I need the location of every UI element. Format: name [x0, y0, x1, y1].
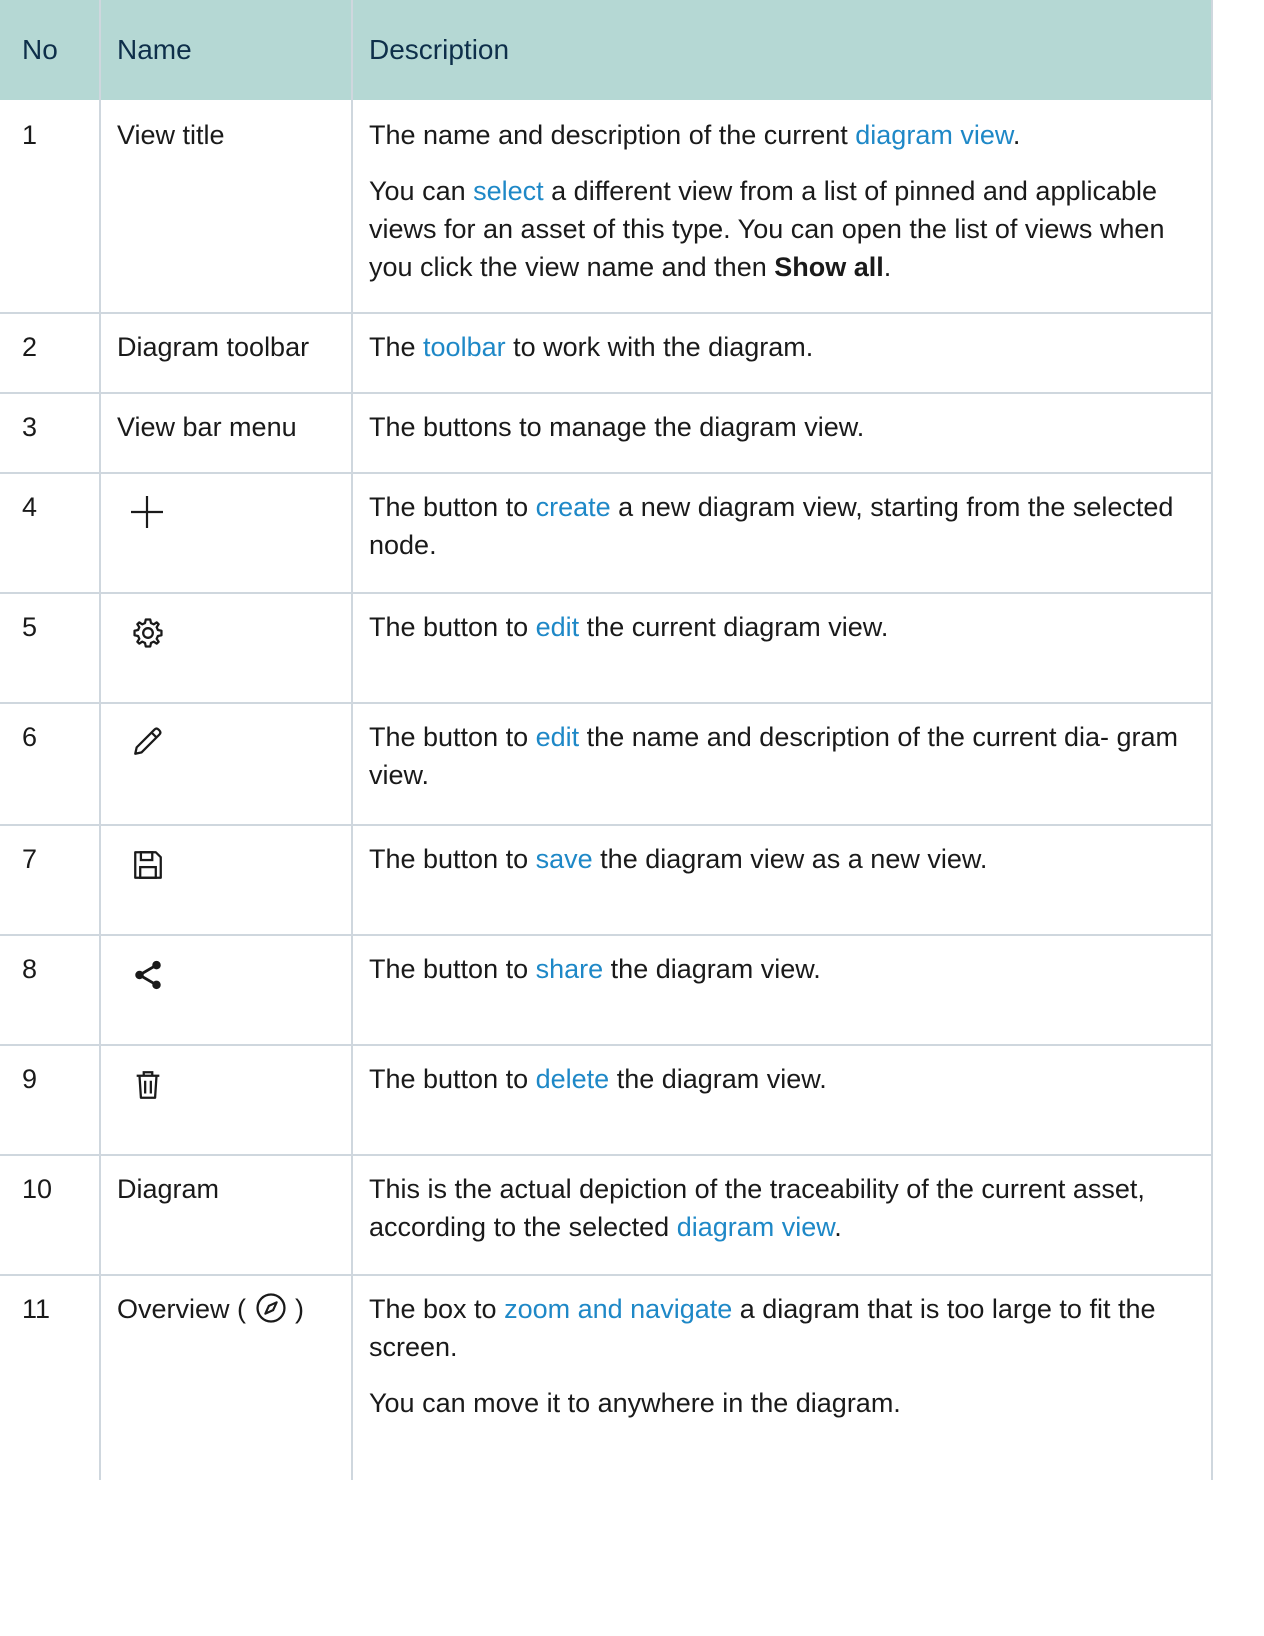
row-name: Diagram toolbar	[99, 313, 353, 394]
row-name: Diagram	[99, 1155, 353, 1276]
description-text: The button to	[369, 954, 536, 984]
table-row: 1 View title The name and description of…	[0, 100, 1213, 314]
table-header-row: No Name Description	[0, 0, 1213, 100]
row-description: The name and description of the current …	[351, 100, 1213, 314]
table-row: 3 View bar menu The buttons to manage th…	[0, 393, 1213, 474]
diagram-view-link[interactable]: diagram view	[677, 1212, 835, 1242]
table-row: 10 Diagram This is the actual depiction …	[0, 1155, 1213, 1276]
row-description: The button to edit the name and descript…	[351, 703, 1213, 826]
row-description: This is the actual depiction of the trac…	[351, 1155, 1213, 1276]
row-number: 5	[0, 593, 101, 704]
reference-table: No Name Description 1 View title The nam…	[0, 0, 1213, 1480]
select-link[interactable]: select	[473, 176, 544, 206]
table-row: 11 Overview ( ) The box to zoom and navi…	[0, 1275, 1213, 1480]
description-text: the diagram view as a new view.	[592, 844, 988, 874]
description-text: The button to	[369, 1064, 536, 1094]
description-text: The button to	[369, 844, 536, 874]
row-number: 4	[0, 473, 101, 594]
row-description: The button to delete the diagram view.	[351, 1045, 1213, 1156]
row-description: The buttons to manage the diagram view.	[351, 393, 1213, 474]
row-name	[99, 593, 353, 704]
description-text: The button to	[369, 722, 536, 752]
row-name	[99, 1045, 353, 1156]
show-all-label: Show all	[774, 252, 884, 282]
compass-icon	[254, 1291, 288, 1325]
create-link[interactable]: create	[536, 492, 611, 522]
row-name	[99, 935, 353, 1046]
row-name	[99, 703, 353, 826]
plus-icon	[129, 494, 165, 530]
description-text: the diagram view.	[609, 1064, 827, 1094]
column-header-name: Name	[99, 0, 353, 100]
row-number: 1	[0, 100, 101, 314]
share-link[interactable]: share	[536, 954, 604, 984]
row-description: The button to save the diagram view as a…	[351, 825, 1213, 936]
description-paragraph: You can move it to anywhere in the diagr…	[369, 1388, 901, 1418]
description-text: The name and description of the current	[369, 120, 856, 150]
description-text: to work with the diagram.	[505, 332, 814, 362]
save-icon	[131, 848, 165, 882]
description-text: .	[883, 252, 892, 282]
pencil-icon	[131, 724, 165, 758]
row-description: The button to share the diagram view.	[351, 935, 1213, 1046]
row-number: 11	[0, 1275, 101, 1480]
description-text: You can	[369, 176, 474, 206]
description-text: The	[369, 332, 424, 362]
diagram-view-link[interactable]: diagram view	[855, 120, 1013, 150]
row-number: 3	[0, 393, 101, 474]
row-name: Overview ( )	[99, 1275, 353, 1480]
row-number: 2	[0, 313, 101, 394]
row-description: The button to edit the current diagram v…	[351, 593, 1213, 704]
description-text: the current diagram view.	[579, 612, 889, 642]
description-text: The button to	[369, 612, 536, 642]
description-text: the diagram view.	[603, 954, 821, 984]
table-row: 6 The button to edit the name and descri…	[0, 703, 1213, 826]
row-number: 9	[0, 1045, 101, 1156]
row-name	[99, 825, 353, 936]
description-paragraph: You can select a different view from a l…	[369, 172, 1211, 286]
table-row: 7 The button to save the diagram view as…	[0, 825, 1213, 936]
description-paragraph: The name and description of the current …	[369, 116, 1211, 154]
table-row: 2 Diagram toolbar The toolbar to work wi…	[0, 313, 1213, 394]
delete-link[interactable]: delete	[536, 1064, 610, 1094]
row-name: View title	[99, 100, 353, 314]
table-row: 4 The button to create a new diagram vie…	[0, 473, 1213, 594]
row-number: 10	[0, 1155, 101, 1276]
row-description: The toolbar to work with the diagram.	[351, 313, 1213, 394]
description-text: The box to	[369, 1294, 505, 1324]
row-number: 7	[0, 825, 101, 936]
column-header-description: Description	[351, 0, 1213, 100]
edit-link[interactable]: edit	[536, 722, 580, 752]
save-link[interactable]: save	[536, 844, 593, 874]
table-row: 5 The button to edit the current diagram…	[0, 593, 1213, 704]
table-row: 8 The button to share the diagram view.	[0, 935, 1213, 1046]
row-description: The box to zoom and navigate a diagram t…	[351, 1275, 1213, 1480]
share-icon	[131, 958, 165, 992]
description-text: .	[1012, 120, 1021, 150]
row-name-text: )	[295, 1294, 305, 1324]
table-row: 9 The button to delete the diagram view.	[0, 1045, 1213, 1156]
zoom-and-navigate-link[interactable]: zoom and navigate	[504, 1294, 732, 1324]
gear-icon	[131, 616, 165, 650]
edit-link[interactable]: edit	[536, 612, 580, 642]
trash-icon	[131, 1068, 165, 1102]
description-paragraph: The box to zoom and navigate a diagram t…	[369, 1290, 1211, 1366]
row-number: 6	[0, 703, 101, 826]
row-name: View bar menu	[99, 393, 353, 474]
row-description: The button to create a new diagram view,…	[351, 473, 1213, 594]
description-text: The button to	[369, 492, 536, 522]
description-text: .	[834, 1212, 842, 1242]
column-header-no: No	[0, 0, 101, 100]
row-name	[99, 473, 353, 594]
row-name-text: Overview (	[117, 1294, 247, 1324]
toolbar-link[interactable]: toolbar	[423, 332, 506, 362]
row-number: 8	[0, 935, 101, 1046]
